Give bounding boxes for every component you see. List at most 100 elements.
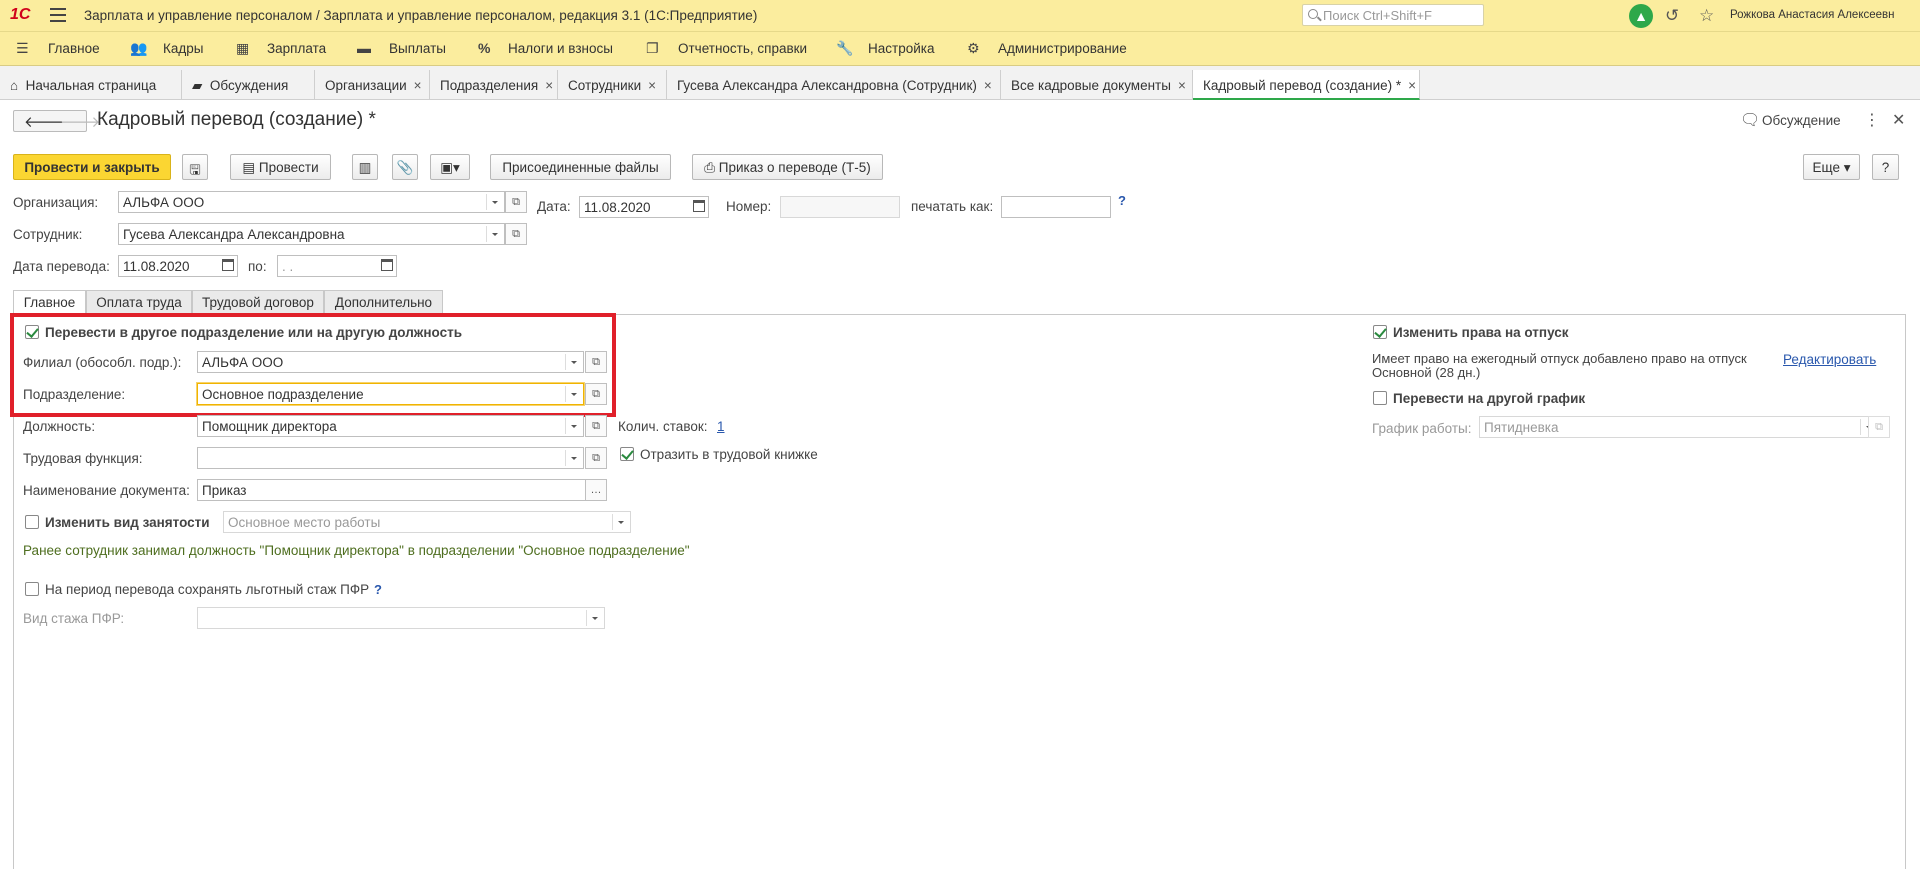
open-icon[interactable]: ⧉: [505, 191, 527, 213]
section-hr[interactable]: Кадры: [163, 41, 203, 56]
dropdown-icon[interactable]: [612, 514, 628, 530]
help-button[interactable]: ?: [1872, 154, 1899, 180]
open-icon[interactable]: ⧉: [585, 447, 607, 469]
close-icon[interactable]: ×: [648, 78, 656, 93]
function-field[interactable]: [197, 447, 584, 469]
transfer-date-field[interactable]: 11.08.2020: [118, 255, 238, 277]
close-icon[interactable]: ×: [984, 78, 992, 93]
post-and-close-button[interactable]: Провести и закрыть: [13, 154, 171, 180]
position-label: Должность:: [23, 419, 96, 434]
transfer-date-value: 11.08.2020: [123, 259, 190, 274]
save-icon[interactable]: 🖫: [182, 154, 208, 180]
function-label: Трудовая функция:: [23, 451, 143, 466]
favorites-star-icon[interactable]: ☆: [1699, 6, 1714, 26]
create-based-on-icon[interactable]: ▣▾: [430, 154, 470, 180]
employee-field[interactable]: Гусева Александра Александровна: [118, 223, 505, 245]
tab-employees[interactable]: Сотрудники ×: [558, 70, 667, 100]
open-icon[interactable]: ⧉: [585, 415, 607, 437]
notifications-bell-icon[interactable]: ▲: [1629, 4, 1653, 28]
calendar-icon[interactable]: [693, 200, 705, 212]
dropdown-icon[interactable]: [586, 610, 602, 626]
section-taxes[interactable]: Налоги и взносы: [508, 41, 613, 56]
calendar-icon[interactable]: [381, 259, 393, 271]
print-order-button[interactable]: ⎙ Приказ о переводе (Т-5): [692, 154, 883, 180]
section-payments[interactable]: Выплаты: [389, 41, 446, 56]
section-salary[interactable]: Зарплата: [267, 41, 326, 56]
reflect-book-checkbox[interactable]: [620, 447, 634, 461]
tab-home[interactable]: ⌂ Начальная страница: [0, 70, 182, 100]
tab-discussions[interactable]: ▰ Обсуждения: [182, 70, 315, 100]
date-field[interactable]: 11.08.2020: [579, 196, 709, 218]
organization-field[interactable]: АЛЬФА ООО: [118, 191, 505, 213]
close-icon[interactable]: ×: [545, 78, 553, 93]
section-main[interactable]: Главное: [48, 41, 100, 56]
tab-label: Начальная страница: [25, 78, 157, 93]
nav-buttons: 🡐 🡒: [13, 110, 100, 132]
search-input[interactable]: Поиск Ctrl+Shift+F: [1302, 4, 1484, 26]
more-button[interactable]: Еще ▾: [1803, 154, 1860, 180]
forward-arrow-icon[interactable]: 🡒: [60, 112, 100, 131]
tab-payment[interactable]: Оплата труда: [86, 290, 192, 314]
dropdown-icon[interactable]: [486, 194, 502, 210]
tab-transfer-create[interactable]: Кадровый перевод (создание) * ×: [1193, 70, 1420, 100]
pfr-checkbox[interactable]: [25, 582, 39, 596]
section-settings[interactable]: Настройка: [868, 41, 934, 56]
tab-label: Подразделения: [440, 78, 539, 93]
ellipsis-icon[interactable]: …: [585, 479, 607, 501]
open-icon[interactable]: ⧉: [505, 223, 527, 245]
to-date-field[interactable]: . .: [277, 255, 397, 277]
tab-hr-documents[interactable]: Все кадровые документы ×: [1001, 70, 1193, 100]
print-as-field[interactable]: [1001, 196, 1111, 218]
vacation-rights-checkbox[interactable]: [1373, 325, 1387, 339]
date-value: 11.08.2020: [584, 200, 651, 215]
rates-link[interactable]: 1: [717, 419, 725, 434]
position-field[interactable]: Помощник директора: [197, 415, 584, 437]
tab-additional[interactable]: Дополнительно: [324, 290, 443, 314]
user-name[interactable]: Рожкова Анастасия Алексеевн: [1730, 9, 1895, 21]
printer-icon: ⎙: [704, 160, 716, 175]
docname-field[interactable]: Приказ: [197, 479, 587, 501]
more-vertical-icon[interactable]: ⋮: [1864, 110, 1880, 130]
open-icon[interactable]: ⧉: [1868, 416, 1890, 438]
back-arrow-icon[interactable]: 🡐: [24, 112, 64, 131]
highlight-frame: [10, 313, 616, 417]
app-logo[interactable]: 1С: [10, 6, 30, 24]
employment-type-field[interactable]: Основное место работы: [223, 511, 631, 533]
tab-main[interactable]: Главное: [13, 290, 86, 315]
tab-label: Кадровый перевод (создание) *: [1203, 78, 1402, 93]
calendar-icon[interactable]: [222, 259, 234, 271]
number-label: Номер:: [726, 199, 772, 214]
dropdown-icon[interactable]: [565, 418, 581, 434]
close-icon[interactable]: ×: [1178, 78, 1186, 93]
reflect-book-label: Отразить в трудовой книжке: [640, 447, 818, 462]
section-reports[interactable]: Отчетность, справки: [678, 41, 807, 56]
tab-organizations[interactable]: Организации ×: [315, 70, 430, 100]
schedule-field[interactable]: Пятидневка: [1479, 416, 1879, 438]
post-button[interactable]: ▤ Провести: [230, 154, 331, 180]
edit-link[interactable]: Редактировать: [1783, 352, 1876, 367]
tab-employee-card[interactable]: Гусева Александра Александровна (Сотрудн…: [667, 70, 1001, 100]
close-icon[interactable]: ×: [414, 78, 422, 93]
section-admin[interactable]: Администрирование: [998, 41, 1127, 56]
tab-contract[interactable]: Трудовой договор: [192, 290, 324, 314]
discussion-button[interactable]: Обсуждение: [1762, 113, 1841, 128]
dropdown-icon[interactable]: [486, 226, 502, 242]
discussion-icon[interactable]: 🗨: [1740, 110, 1760, 130]
help-question-icon[interactable]: ?: [374, 582, 382, 597]
number-field[interactable]: [780, 196, 900, 218]
close-icon[interactable]: ×: [1408, 78, 1416, 93]
pfr-kind-field[interactable]: [197, 607, 605, 629]
history-icon[interactable]: ↺: [1665, 6, 1679, 26]
close-form-icon[interactable]: ✕: [1892, 110, 1905, 130]
paperclip-icon[interactable]: 📎: [392, 154, 418, 180]
main-menu-icon[interactable]: [50, 8, 66, 22]
gear-icon: ⚙: [967, 40, 980, 56]
dropdown-icon[interactable]: [565, 450, 581, 466]
schedule-checkbox[interactable]: [1373, 391, 1387, 405]
help-question-icon[interactable]: ?: [1118, 193, 1126, 208]
employment-checkbox[interactable]: [25, 515, 39, 529]
to-date-value: . .: [282, 259, 294, 274]
document-journal-icon[interactable]: ▥: [352, 154, 378, 180]
tab-departments[interactable]: Подразделения ×: [430, 70, 558, 100]
attached-files-button[interactable]: Присоединенные файлы: [490, 154, 671, 180]
